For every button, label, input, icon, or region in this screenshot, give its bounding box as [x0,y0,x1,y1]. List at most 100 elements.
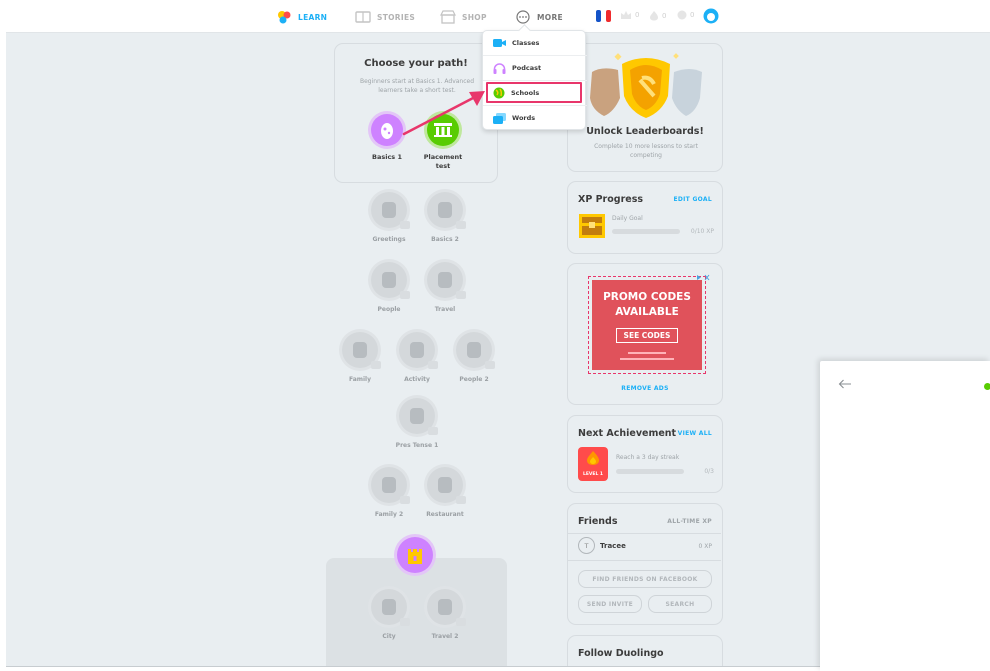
leaderboard-shields-icon [590,53,702,118]
skill-activity[interactable]: Activity [389,332,445,383]
follow-title: Follow Duolingo [578,648,664,659]
skill-icon [427,589,466,626]
find-friends-facebook-button[interactable]: FIND FRIENDS ON FACEBOOK [578,570,712,588]
skill-label: Travel [434,306,456,313]
ad-banner[interactable]: PROMO CODES AVAILABLE SEE CODES [592,280,702,370]
nav-stories[interactable]: STORIES [355,8,415,26]
ad-choices-icon[interactable] [696,274,710,281]
next-achievement-card: Next Achievement VIEW ALL LEVEL 1 Reach … [567,415,723,493]
remove-ads-link[interactable]: REMOVE ADS [568,385,722,392]
streak-count: 0 [662,11,667,20]
french-flag-icon[interactable] [596,10,611,22]
flame-icon [587,451,599,465]
achievement-value: 0/3 [704,468,714,475]
skill-people[interactable]: People [361,262,417,313]
skill-label: People [377,306,401,313]
skill-travel[interactable]: Travel [417,262,473,313]
status-dot [984,383,990,390]
xp-value: 0/10 XP [690,228,714,235]
xp-title: XP Progress [578,194,644,205]
skill-pres-tense-1[interactable]: Pres Tense 1 [389,398,445,449]
nav-stories-label: STORIES [377,12,416,22]
friend-name[interactable]: Tracee [600,542,626,550]
more-icon [516,10,530,24]
menu-item-classes[interactable]: Classes [483,31,587,55]
treasure-chest-icon [579,214,605,238]
schools-highlight-box [486,82,582,103]
menu-item-label: Podcast [512,64,542,72]
skill-restaurant[interactable]: Restaurant [417,467,473,518]
xp-progress-card: XP Progress EDIT GOAL Daily Goal 0/10 XP [567,181,723,254]
skill-people-2[interactable]: People 2 [446,332,502,383]
follow-duolingo-card: Follow Duolingo [567,635,723,666]
badge-level: LEVEL 1 [582,472,604,477]
skill-icon [456,332,495,369]
skill-greetings[interactable]: Greetings [361,192,417,243]
divider [568,560,721,561]
send-invite-button[interactable]: SEND INVITE [578,595,642,613]
top-navigation-bar: LEARN STORIES SHOP MORE 0 0 0 [6,0,990,33]
streak-stat[interactable]: 0 [649,10,666,21]
skill-label: Basics 2 [431,236,459,243]
basics-1-button[interactable] [371,114,403,146]
crown-icon [621,11,631,19]
skill-icon [399,398,438,435]
gem-icon [677,10,687,20]
nav-more[interactable]: MORE [515,8,563,26]
gems-stat[interactable]: 0 [677,10,694,20]
all-time-xp-link[interactable]: ALL-TIME XP [667,518,712,525]
checkpoint-button[interactable] [397,537,433,573]
skill-basics-2[interactable]: Basics 2 [417,192,473,243]
avatar-icon[interactable] [703,8,719,24]
nav-learn[interactable]: LEARN [276,8,327,26]
more-dropdown-menu: Classes Podcast Schools Words [482,24,587,130]
skill-travel-2[interactable]: Travel 2 [417,589,473,640]
crowns-stat[interactable]: 0 [620,10,639,20]
skill-family-2[interactable]: Family 2 [361,467,417,518]
achievement-progress-bar [616,469,684,474]
leaderboard-text: Complete 10 more lessons to start compet… [594,143,698,159]
nav-learn-label: LEARN [298,12,328,22]
see-codes-button[interactable]: SEE CODES [616,328,678,343]
egg-icon [381,123,393,139]
view-all-link[interactable]: VIEW ALL [678,430,712,437]
gems-count: 0 [690,11,695,19]
skill-icon [342,332,381,369]
skill-city[interactable]: City [361,589,417,640]
basics-1-label: Basics 1 [372,153,402,161]
xp-progress-bar [612,229,680,234]
crowns-count: 0 [635,11,640,19]
menu-item-words[interactable]: Words [483,106,587,130]
skill-label: Pres Tense 1 [395,442,439,449]
edit-goal-link[interactable]: EDIT GOAL [673,196,712,203]
friends-card: Friends ALL-TIME XP T Tracee 0 XP FIND F… [567,503,723,625]
ad-card: PROMO CODES AVAILABLE SEE CODES REMOVE A… [567,263,723,405]
achievement-text: Reach a 3 day streak [616,454,680,461]
cards-icon [493,112,506,124]
skill-label: City [382,633,396,640]
ad-fineprint-line [620,358,674,360]
friend-xp: 0 XP [698,543,712,550]
nav-shop-label: SHOP [462,12,487,22]
nav-shop[interactable]: SHOP [440,8,487,26]
friend-avatar[interactable]: T [578,537,595,554]
back-arrow-icon[interactable] [838,379,852,389]
ad-frame[interactable]: PROMO CODES AVAILABLE SEE CODES [588,276,706,374]
streak-achievement-badge: LEVEL 1 [578,447,608,481]
shop-icon [440,10,456,24]
skill-icon [371,192,410,229]
skill-label: Activity [404,376,430,383]
annotation-arrow-icon [402,91,485,136]
search-button[interactable]: SEARCH [648,595,712,613]
menu-item-podcast[interactable]: Podcast [483,56,587,80]
skill-label: Family [348,376,372,383]
headphones-icon [493,62,506,74]
leaderboard-title: Unlock Leaderboards! [586,126,704,137]
castle-icon [408,549,422,564]
skill-icon [371,589,410,626]
skill-family[interactable]: Family [332,332,388,383]
nav-more-label: MORE [537,12,563,22]
daily-goal-label: Daily Goal [612,215,643,222]
leaderboard-card: Unlock Leaderboards! Complete 10 more le… [567,43,723,172]
skill-icon [427,192,466,229]
